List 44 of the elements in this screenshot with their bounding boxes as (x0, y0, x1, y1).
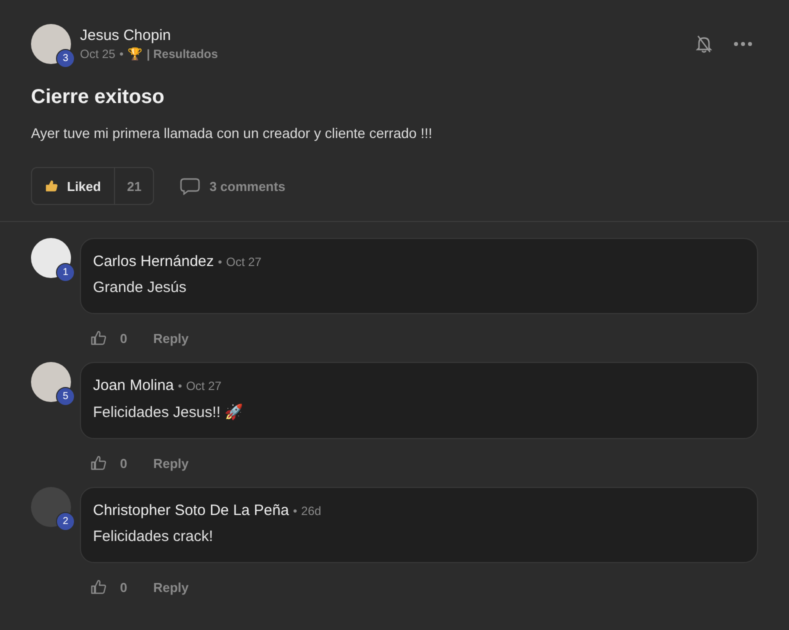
comment-date: 26d (301, 504, 322, 518)
reply-button[interactable]: Reply (153, 330, 189, 346)
thumbs-up-icon (45, 179, 59, 193)
comment-text: Grande Jesús (93, 279, 188, 296)
separator-dot: • (218, 255, 222, 269)
like-button[interactable]: Liked (32, 168, 115, 204)
comment-text: Felicidades Jesus!! 🚀 (93, 403, 245, 421)
speech-bubble-icon (180, 178, 200, 194)
commenter-name[interactable]: Carlos Hernández (93, 253, 214, 270)
thumbs-up-icon (90, 329, 108, 347)
level-badge: 1 (56, 263, 75, 282)
like-button[interactable]: 0 (90, 329, 128, 347)
more-options-button[interactable] (734, 42, 752, 46)
thumbs-up-icon (90, 454, 108, 472)
commenter-name[interactable]: Christopher Soto De La Peña (93, 502, 289, 519)
level-badge: 3 (56, 49, 75, 68)
more-icon (734, 42, 752, 46)
like-button[interactable]: 0 (90, 454, 128, 472)
level-badge: 2 (56, 512, 75, 531)
separator-dot: • (292, 504, 298, 518)
author-name[interactable]: Jesus Chopin (80, 27, 687, 44)
comments-button[interactable]: 3 comments (180, 178, 286, 194)
comment-date: Oct 27 (226, 255, 262, 269)
post-body: Ayer tuve mi primera llamada con un creador y cliente cerrado !!! (31, 125, 434, 141)
notifications-off-button[interactable] (696, 35, 712, 53)
separator-dot: • (119, 47, 124, 61)
bell-slash-icon (696, 35, 712, 53)
category-label[interactable]: | Resultados (146, 47, 218, 61)
post-date: Oct 25 (80, 47, 116, 61)
separator-dot: • (178, 379, 182, 393)
like-button[interactable]: 0 (90, 578, 128, 596)
comment-date: Oct 27 (186, 379, 222, 393)
level-badge: 5 (56, 387, 75, 406)
commenter-name[interactable]: Joan Molina (93, 377, 174, 394)
reply-button[interactable]: Reply (153, 456, 189, 470)
avatar[interactable] (31, 362, 71, 402)
comment-text: Felicidades crack! (93, 528, 214, 545)
avatar[interactable] (31, 24, 71, 64)
thumbs-up-icon (90, 578, 108, 596)
like-count: 21 (126, 178, 142, 196)
post-title: Cierre exitoso (31, 86, 166, 109)
reply-button[interactable]: Reply (153, 580, 189, 594)
avatar[interactable] (31, 238, 71, 278)
trophy-emoji: 🏆 (128, 47, 143, 61)
